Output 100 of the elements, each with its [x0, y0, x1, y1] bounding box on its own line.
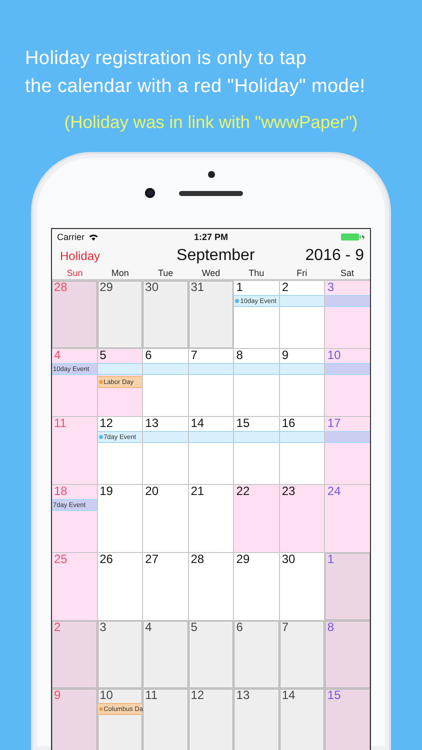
calendar-cell[interactable]: 22 — [234, 485, 279, 552]
weekday-label: Wed — [200, 268, 222, 278]
calendar-cell[interactable]: 16 — [280, 417, 324, 484]
camera-icon — [145, 188, 155, 198]
event-bar[interactable] — [325, 363, 370, 375]
calendar-cell[interactable]: 19 — [98, 485, 142, 552]
event-bar[interactable] — [188, 363, 234, 375]
day-number: 18 — [53, 485, 68, 498]
day-number: 30 — [280, 553, 296, 566]
calendar-cell[interactable]: 7 — [188, 349, 234, 416]
calendar-cell[interactable]: 27 — [143, 553, 188, 620]
day-number: 19 — [98, 485, 113, 498]
weekday-label: Tue — [156, 268, 174, 278]
calendar-cell[interactable]: 2 — [280, 281, 324, 348]
calendar-cell[interactable]: 30 — [143, 281, 188, 348]
calendar-cell[interactable]: 1 — [325, 553, 370, 620]
event-bar[interactable] — [188, 431, 234, 443]
headline-text: Holiday registration is only to tap — [25, 48, 308, 70]
day-number: 21 — [190, 485, 204, 498]
day-number: 3 — [326, 281, 334, 294]
day-number: 16 — [280, 417, 296, 430]
event-bar[interactable] — [143, 431, 188, 443]
day-number: 23 — [280, 485, 296, 498]
day-number: 15 — [326, 689, 341, 702]
calendar-cell[interactable]: 6 — [143, 349, 188, 416]
calendar-cell[interactable]: 13 — [234, 689, 279, 750]
calendar-cell[interactable]: 17 — [325, 417, 370, 484]
calendar-cell[interactable]: 20 — [143, 485, 188, 552]
calendar-cell[interactable]: 29 — [98, 281, 142, 348]
day-number: 13 — [144, 417, 158, 430]
year-month-label: 2016 - 9 — [305, 247, 364, 265]
calendar-cell[interactable]: 12 — [188, 689, 234, 750]
calendar-cell[interactable]: 11 — [143, 689, 188, 750]
calendar-cell[interactable]: 13 — [143, 417, 188, 484]
calendar-cell[interactable]: 28 — [188, 553, 234, 620]
calendar-cell[interactable]: 7 — [280, 621, 324, 688]
calendar-cell[interactable]: 4 — [143, 621, 188, 688]
day-number: 17 — [326, 417, 341, 430]
day-number: 2 — [53, 621, 61, 634]
event-bar[interactable] — [143, 363, 188, 375]
calendar-cell[interactable]: 31 — [188, 281, 234, 348]
calendar-cell[interactable]: 9 — [280, 349, 324, 416]
day-number: 2 — [280, 281, 289, 294]
calendar-cell[interactable]: 10 — [325, 349, 370, 416]
calendar-cell[interactable]: 24 — [325, 485, 370, 552]
calendar-cell[interactable]: 3 — [325, 281, 370, 348]
battery-icon — [341, 233, 365, 241]
weekday-label: Mon — [110, 268, 130, 278]
weekday-label: Fri — [296, 268, 308, 278]
day-number: 11 — [144, 689, 158, 702]
day-number: 12 — [98, 417, 113, 430]
calendar-cell[interactable]: 14 — [188, 417, 234, 484]
calendar-cell[interactable]: 15 — [234, 417, 279, 484]
day-number: 5 — [190, 621, 198, 634]
day-number: 29 — [98, 281, 113, 294]
day-number: 3 — [98, 621, 106, 634]
day-number: 5 — [98, 349, 106, 362]
day-number: 7 — [280, 621, 289, 634]
calendar-cell[interactable]: 30 — [280, 553, 324, 620]
holiday-mode-button[interactable]: Holiday — [60, 249, 100, 263]
subtitle-text: (Holiday was in link with "wwwPaper") — [64, 112, 358, 133]
day-number: 22 — [235, 485, 250, 498]
event-bar[interactable] — [280, 363, 324, 375]
event-bar[interactable] — [280, 295, 324, 307]
calendar-cell[interactable]: 23 — [280, 485, 324, 552]
carrier-label: Carrier — [57, 232, 85, 242]
day-number: 24 — [326, 485, 341, 498]
day-number: 28 — [190, 553, 204, 566]
day-number: 26 — [98, 553, 113, 566]
day-number: 27 — [144, 553, 158, 566]
headline-text: the calendar with a red "Holiday" mode! — [25, 76, 366, 98]
status-time: 1:27 PM — [194, 232, 228, 242]
day-number: 14 — [280, 689, 296, 702]
day-number: 4 — [53, 349, 61, 362]
calendar-cell[interactable]: 14 — [280, 689, 324, 750]
calendar-cell[interactable]: 8 — [325, 621, 370, 688]
day-number: 8 — [235, 349, 243, 362]
event-bar[interactable] — [98, 363, 142, 375]
day-number: 13 — [235, 689, 250, 702]
event-bar[interactable] — [280, 431, 324, 443]
calendar-cell[interactable]: 15 — [325, 689, 370, 750]
day-number: 31 — [190, 281, 204, 294]
day-number: 9 — [53, 689, 61, 702]
calendar-cell[interactable]: 29 — [234, 553, 279, 620]
day-number: 4 — [144, 621, 152, 634]
weekday-label: Thu — [248, 268, 266, 278]
event-bar[interactable] — [325, 295, 370, 307]
calendar-cell[interactable]: 8 — [234, 349, 279, 416]
event-bar[interactable] — [234, 363, 279, 375]
event-bar[interactable] — [325, 431, 370, 443]
calendar-cell[interactable]: 21 — [188, 485, 234, 552]
day-number: 14 — [190, 417, 204, 430]
day-number: 7 — [190, 349, 198, 362]
calendar-cell[interactable]: 3 — [98, 621, 142, 688]
calendar-cell[interactable]: 5 — [188, 621, 234, 688]
event-bar[interactable] — [234, 431, 279, 443]
calendar-cell[interactable]: 6 — [234, 621, 279, 688]
day-number: 1 — [235, 281, 243, 294]
calendar-cell[interactable]: 26 — [98, 553, 142, 620]
day-number: 6 — [235, 621, 243, 634]
